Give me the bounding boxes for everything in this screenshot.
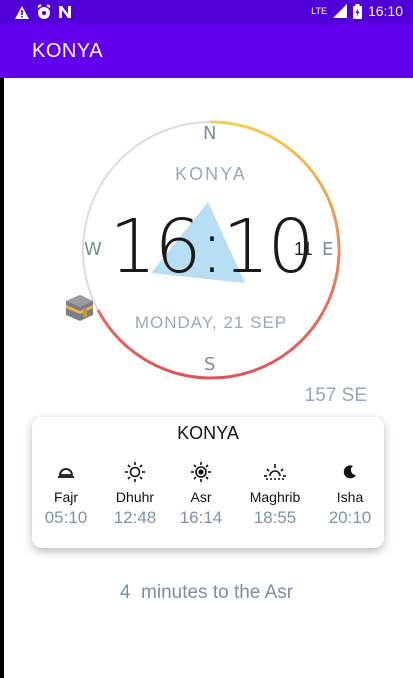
prayer-maghrib[interactable]: Maghrib 18:55 — [243, 461, 307, 528]
network-label: LTE — [311, 6, 327, 16]
compass-dial[interactable]: N E S W KONYA 16:10 MONDAY, 21 SEP 11 — [80, 119, 342, 381]
battery-icon — [352, 3, 362, 19]
prayer-name: Fajr — [53, 489, 79, 505]
card-city-title: KONYA — [177, 423, 239, 443]
qibla-bearing: 157 SE — [304, 385, 367, 406]
warning-icon — [15, 5, 29, 19]
prayer-name: Maghrib — [249, 489, 301, 505]
app-bar: KONYA — [0, 24, 413, 78]
prayer-time: 16:14 — [179, 508, 223, 527]
south-label: S — [204, 354, 216, 375]
prayer-time: 05:10 — [44, 508, 88, 527]
prayer-dhuhr[interactable]: Dhuhr 12:48 — [103, 461, 167, 528]
prayer-fajr[interactable]: Fajr 05:10 — [34, 461, 98, 528]
compass-city: KONYA — [175, 164, 247, 184]
prayer-time: 12:48 — [113, 508, 157, 527]
compass-date: MONDAY, 21 SEP — [134, 313, 288, 332]
sunrise-horizon-icon — [58, 468, 74, 478]
prayer-name: Isha — [336, 489, 364, 505]
moon-icon — [343, 465, 356, 479]
compass-degree: 11 — [294, 239, 313, 259]
prayer-name: Dhuhr — [115, 489, 155, 505]
prayer-isha[interactable]: Isha 20:10 — [318, 461, 382, 528]
time-remaining: 4 minutes to the Asr — [119, 582, 294, 603]
prayer-times-card: KONYA Fajr 05:10 Dhuhr 12:48 Asr 16:14 M… — [32, 417, 384, 548]
sun-bold-icon — [191, 462, 211, 482]
status-time: 16:10 — [367, 3, 403, 19]
alarm-icon — [37, 4, 51, 19]
prayer-asr[interactable]: Asr 16:14 — [169, 461, 233, 528]
prayer-time: 18:55 — [253, 508, 297, 527]
signal-icon — [332, 4, 347, 18]
prayer-time: 20:10 — [328, 508, 372, 527]
sun-icon — [125, 462, 145, 482]
n-icon — [59, 6, 71, 18]
kaaba-icon — [66, 295, 93, 321]
sunset-icon — [264, 464, 286, 480]
app-title: KONYA — [32, 40, 104, 62]
status-left-icons — [14, 4, 72, 20]
prayer-name: Asr — [190, 489, 212, 505]
north-label: N — [203, 123, 217, 144]
status-right: LTE 16:10 — [311, 3, 403, 19]
status-bar: LTE 16:10 — [0, 0, 413, 24]
